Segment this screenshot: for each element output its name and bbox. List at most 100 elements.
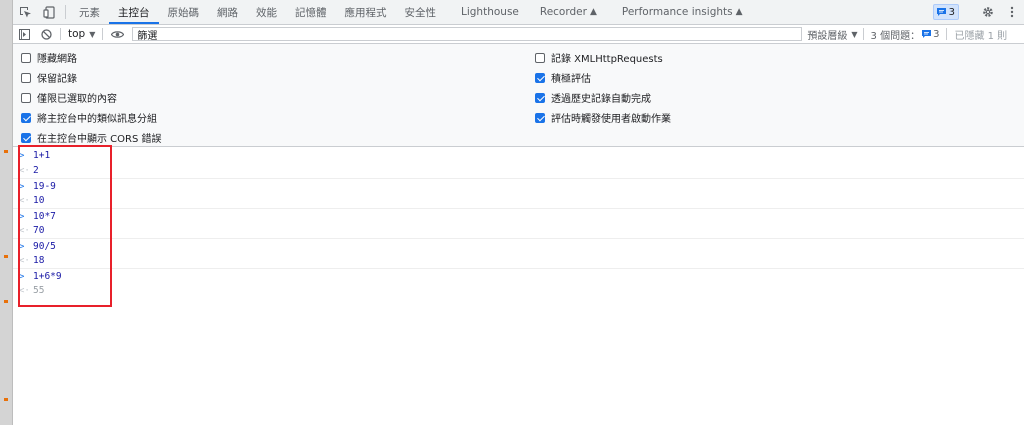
checkbox[interactable] (21, 72, 31, 83)
checkbox[interactable] (21, 52, 31, 63)
settings-gear-icon[interactable] (976, 6, 1000, 18)
issues-label: 3 個問題： (870, 30, 921, 42)
setting-label: 積極評估 (551, 74, 591, 85)
highlight-annotation-box (18, 145, 112, 307)
setting-eager-evaluation[interactable]: 積極評估 (535, 70, 591, 85)
filter-placeholder: 篩選 (137, 30, 158, 42)
tab-label: 元素 (79, 6, 100, 19)
tab-label: 效能 (256, 6, 277, 19)
console-input-line[interactable]: >1+1 (13, 148, 1024, 163)
checkbox-checked[interactable] (21, 112, 31, 123)
console-result-line[interactable]: <· 10 (13, 193, 1024, 208)
console-input-line[interactable]: >10*7 (13, 208, 1024, 224)
device-toolbar-icon[interactable] (37, 0, 61, 24)
tab-network[interactable]: 網路 (208, 0, 247, 24)
tab-elements[interactable]: 元素 (70, 0, 109, 24)
tab-performance[interactable]: 效能 (247, 0, 286, 24)
tab-label: 應用程式 (344, 6, 387, 19)
checkbox-checked[interactable] (535, 72, 545, 83)
left-edge-strip (0, 0, 13, 425)
tab-label: 安全性 (404, 6, 437, 19)
strip-marker (4, 398, 8, 401)
eager-eval-preview: <· 55 (13, 283, 1024, 298)
tab-security[interactable]: 安全性 (396, 0, 446, 24)
chevron-down-icon: ▼ (89, 29, 96, 39)
setting-label: 評估時觸發使用者啟動作業 (551, 114, 671, 125)
console-result-line[interactable]: <· 18 (13, 253, 1024, 268)
setting-label: 將主控台中的類似訊息分組 (37, 114, 157, 125)
console-settings-pane: 隱藏網路 保留記錄 僅限已選取的內容 將主控台中的類似訊息分組 在主控台中顯示 … (13, 44, 1024, 147)
messages-count: 3 (948, 6, 955, 18)
console-input-line[interactable]: >19-9 (13, 178, 1024, 194)
tab-label: 原始碼 (167, 6, 200, 19)
console-prompt-line[interactable]: >1+6*9 (13, 268, 1024, 284)
tab-label: Performance insights (621, 6, 733, 18)
checkbox[interactable] (21, 92, 31, 103)
console-result-line[interactable]: <· 70 (13, 223, 1024, 238)
tab-lighthouse[interactable]: Lighthouse (445, 0, 531, 24)
checkbox-checked[interactable] (535, 112, 545, 123)
clear-console-icon[interactable] (35, 25, 57, 43)
setting-label: 記錄 XMLHttpRequests (551, 54, 663, 65)
setting-show-cors-errors[interactable]: 在主控台中顯示 CORS 錯誤 (21, 130, 162, 145)
filter-input[interactable]: 篩選 (132, 27, 803, 42)
setting-autocomplete-history[interactable]: 透過歷史記錄自動完成 (535, 90, 651, 105)
tab-label: Lighthouse (461, 6, 519, 18)
inspect-element-icon[interactable] (13, 0, 37, 24)
log-levels-label: 預設層級 (807, 30, 848, 42)
live-expression-eye-icon[interactable] (106, 25, 128, 43)
checkbox-checked[interactable] (21, 132, 31, 143)
messages-badge[interactable]: 3 (932, 4, 959, 20)
strip-marker (4, 150, 8, 153)
devtools-tab-bar: 元素 主控台 原始碼 網路 效能 記憶體 應用程式 安全性 Lighthouse… (13, 0, 1024, 25)
setting-label: 在主控台中顯示 CORS 錯誤 (37, 134, 162, 145)
flask-icon: ▲ (735, 7, 743, 17)
strip-marker (4, 255, 8, 258)
log-levels-dropdown[interactable]: 預設層級 ▼ (807, 27, 857, 42)
console-toolbar: top ▼ 篩選 預設層級 ▼ 3 個問題： 3 已隱藏 1 則 (13, 25, 1024, 44)
setting-label: 僅限已選取的內容 (37, 94, 117, 105)
strip-marker (4, 300, 8, 303)
flask-icon: ▲ (589, 7, 597, 17)
setting-label: 隱藏網路 (37, 54, 77, 65)
tab-bar-right: 3 (932, 0, 1024, 24)
checkbox-checked[interactable] (535, 92, 545, 103)
console-result-line[interactable]: <· 2 (13, 163, 1024, 178)
setting-user-activation[interactable]: 評估時觸發使用者啟動作業 (535, 110, 671, 125)
toolbar-divider (946, 28, 948, 40)
tab-memory[interactable]: 記憶體 (286, 0, 336, 24)
show-sidebar-icon[interactable] (13, 25, 35, 43)
context-selector[interactable]: top ▼ (64, 28, 99, 40)
console-output[interactable]: >1+1 <· 2 >19-9 <· 10 >10*7 <· 70 >90/5 <· 1… (13, 147, 1024, 425)
message-icon (936, 8, 946, 16)
tab-label: 記憶體 (295, 6, 327, 19)
tab-label: 網路 (217, 6, 238, 19)
console-input-line[interactable]: >90/5 (13, 238, 1024, 254)
chevron-down-icon: ▼ (851, 29, 858, 39)
setting-log-xhr[interactable]: 記錄 XMLHttpRequests (535, 50, 663, 65)
setting-preserve-log[interactable]: 保留記錄 (21, 70, 77, 85)
tab-bar-divider (65, 5, 66, 19)
tab-application[interactable]: 應用程式 (336, 0, 396, 24)
setting-label: 透過歷史記錄自動完成 (551, 94, 651, 105)
tab-sources[interactable]: 原始碼 (159, 0, 209, 24)
issues-counter[interactable]: 3 個問題： 3 (867, 27, 944, 42)
context-label: top (68, 28, 86, 40)
tab-label: Recorder (539, 6, 587, 18)
setting-group-similar[interactable]: 將主控台中的類似訊息分組 (21, 110, 157, 125)
tab-recorder[interactable]: Recorder ▲ (531, 0, 606, 24)
checkbox[interactable] (535, 52, 545, 63)
toolbar-divider (862, 28, 864, 40)
tab-label: 主控台 (118, 6, 150, 19)
hidden-messages-count: 已隱藏 1 則 (954, 30, 1008, 42)
setting-label: 保留記錄 (37, 74, 77, 85)
issue-icon (922, 30, 932, 38)
setting-selected-context-only[interactable]: 僅限已選取的內容 (21, 90, 117, 105)
toolbar-divider (102, 28, 104, 40)
issues-count: 3 (933, 28, 940, 40)
tab-console[interactable]: 主控台 (109, 0, 159, 24)
setting-hide-network[interactable]: 隱藏網路 (21, 50, 77, 65)
tab-performance-insights[interactable]: Performance insights ▲ (606, 0, 752, 24)
toolbar-divider (60, 28, 61, 40)
more-options-icon[interactable] (1000, 6, 1024, 18)
